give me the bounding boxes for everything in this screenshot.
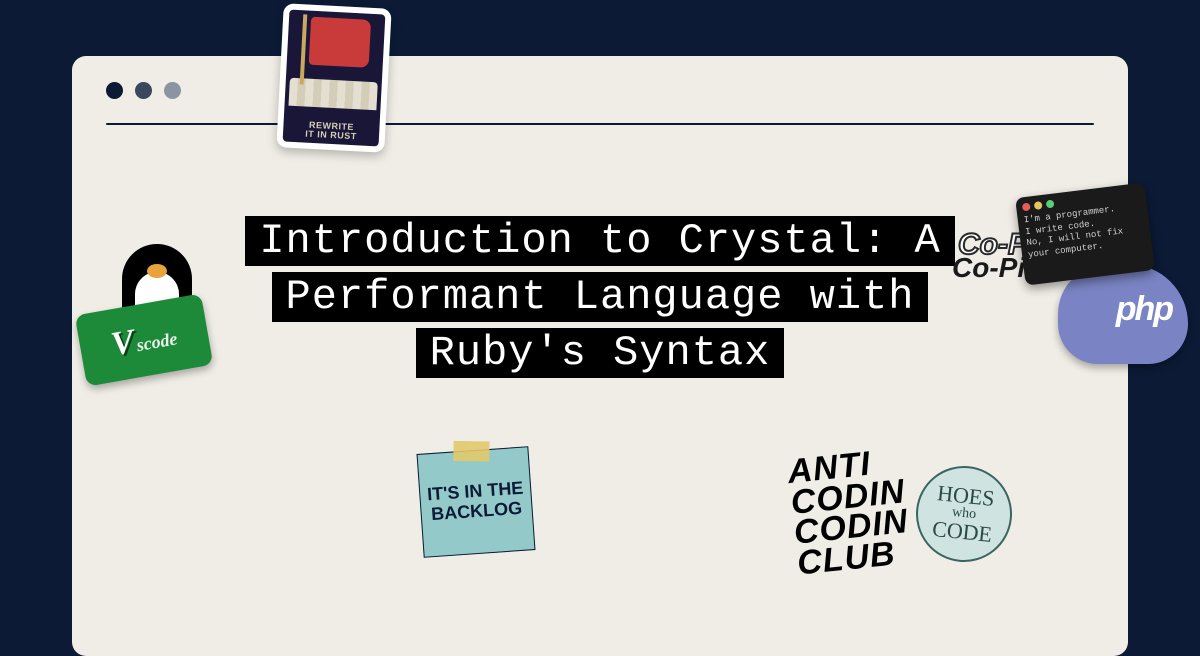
title-line-3: Ruby's Syntax	[416, 328, 785, 378]
terminal-sticker-icon: I'm a programmer. I write code. No, I wi…	[1015, 182, 1155, 285]
traffic-light-maximize-icon[interactable]	[164, 82, 181, 99]
tape-icon	[453, 441, 489, 462]
title-line-1: Introduction to Crystal: A	[245, 216, 954, 266]
copilot-text: Co-Pi	[952, 256, 1025, 280]
vscode-scode: scode	[135, 329, 178, 354]
php-label: php	[1116, 292, 1172, 326]
title-line-2: Performant Language with	[272, 272, 929, 322]
flag-icon	[309, 17, 371, 68]
vscode-v: V	[109, 325, 137, 362]
sticker-php-terminal-copilot: Co-Pil Co-Pi php I'm a programmer. I wri…	[968, 186, 1198, 386]
vscode-badge-icon: V scode	[75, 293, 214, 386]
term-max-icon	[1046, 200, 1055, 209]
traffic-light-close-icon[interactable]	[106, 82, 123, 99]
hoes-bot: CODE	[931, 519, 993, 545]
backlog-text: IT'S IN THE BACKLOG	[420, 478, 532, 525]
rust-caption-2: IT IN RUST	[305, 129, 357, 142]
traffic-light-minimize-icon[interactable]	[135, 82, 152, 99]
sticker-anti-coding-club: ANTI CODIN CODIN CLUB HOES who CODE	[792, 446, 1002, 606]
window-controls	[72, 56, 1128, 99]
window-divider	[106, 123, 1094, 125]
term-close-icon	[1022, 202, 1031, 211]
sticker-backlog: IT'S IN THE BACKLOG	[420, 450, 540, 566]
sticker-rewrite-in-rust: REWRITE IT IN RUST	[276, 3, 391, 152]
sticker-vscode-tux: V scode	[72, 244, 232, 392]
term-min-icon	[1034, 201, 1043, 210]
